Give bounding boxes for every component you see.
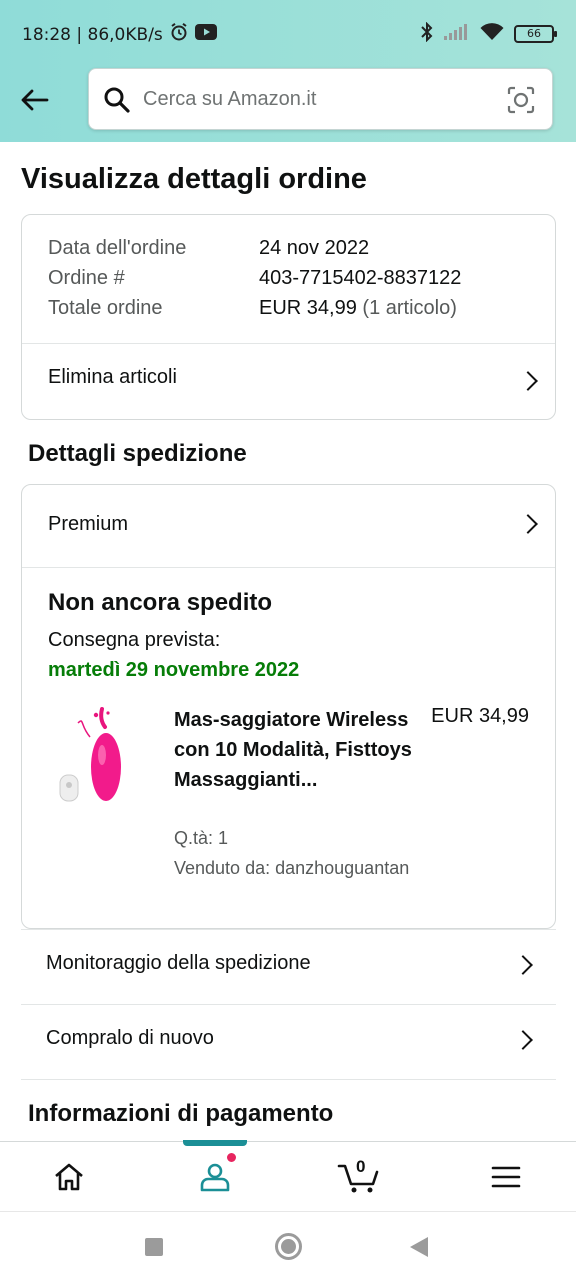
- home-icon: [55, 1163, 83, 1191]
- order-number-value: 403-7715402-8837122: [259, 267, 462, 289]
- search-input[interactable]: [143, 69, 483, 129]
- search-box[interactable]: [88, 68, 553, 130]
- order-total-value: EUR 34,99 (1 articolo): [259, 297, 457, 320]
- order-date-label: Data dell'ordine: [48, 237, 187, 259]
- wifi-icon: [480, 23, 504, 45]
- delete-items-row[interactable]: Elimina articoli: [22, 344, 555, 420]
- product-image[interactable]: [50, 703, 150, 813]
- nav-menu[interactable]: [471, 1142, 541, 1212]
- system-nav-bar: [0, 1211, 576, 1280]
- shipping-method-label: Premium: [48, 513, 129, 535]
- buy-again-label: Compralo di nuovo: [46, 1027, 214, 1049]
- chevron-right-icon: [513, 955, 533, 975]
- notification-dot: [226, 1152, 237, 1163]
- product-quantity: Q.tà: 1: [174, 828, 229, 848]
- shipping-card: Premium Non ancora spedito Consegna prev…: [21, 484, 556, 929]
- camera-scan-icon[interactable]: [506, 85, 536, 119]
- battery-icon: 66: [514, 25, 557, 43]
- track-shipment-label: Monitoraggio della spedizione: [46, 952, 311, 974]
- nav-cart[interactable]: [324, 1142, 394, 1212]
- nav-account[interactable]: [180, 1142, 250, 1212]
- order-total-label: Totale ordine: [48, 297, 163, 319]
- order-total-items: (1 articolo): [362, 297, 457, 319]
- nav-home[interactable]: [34, 1142, 104, 1212]
- account-icon: [200, 1163, 230, 1192]
- payment-section-title: Informazioni di pagamento: [28, 1100, 334, 1127]
- product-price: EUR 34,99: [431, 705, 529, 727]
- order-date-value: 24 nov 2022: [259, 237, 370, 259]
- cart-count: 0: [356, 1157, 366, 1176]
- status-left: 18:28 | 86,0KB/s: [22, 22, 217, 47]
- signal-icon: [444, 24, 470, 44]
- status-bar: 18:28 | 86,0KB/s 66: [0, 0, 576, 66]
- system-back-button[interactable]: [410, 1237, 428, 1257]
- home-button[interactable]: [275, 1233, 302, 1260]
- header: [0, 66, 576, 142]
- back-arrow-icon: [21, 89, 49, 111]
- menu-icon: [491, 1166, 521, 1188]
- shipping-section-title: Dettagli spedizione: [28, 440, 247, 467]
- recent-apps-button[interactable]: [145, 1238, 163, 1256]
- status-right: 66: [420, 21, 557, 46]
- product-title[interactable]: Mas-saggiatore Wireless con 10 Modalità,…: [174, 705, 414, 795]
- alarm-icon: [169, 22, 189, 47]
- track-shipment-row[interactable]: Monitoraggio della spedizione: [21, 929, 556, 1004]
- bluetooth-icon: [420, 21, 434, 46]
- delivery-date: martedì 29 novembre 2022: [48, 659, 300, 681]
- order-number-label: Ordine #: [48, 267, 125, 289]
- page-title: Visualizza dettagli ordine: [21, 163, 367, 195]
- search-icon: [103, 86, 131, 118]
- status-time: 18:28 | 86,0KB/s: [22, 24, 163, 45]
- shipping-method-row[interactable]: Premium: [22, 485, 555, 567]
- chevron-right-icon: [518, 371, 538, 391]
- youtube-icon: [194, 24, 217, 45]
- back-button[interactable]: [14, 80, 54, 120]
- payment-section: Informazioni di pagamento: [21, 1079, 556, 1141]
- delivery-label: Consegna prevista:: [48, 629, 221, 651]
- bottom-nav: 0: [0, 1140, 576, 1212]
- chevron-right-icon: [513, 1030, 533, 1050]
- buy-again-row[interactable]: Compralo di nuovo: [21, 1004, 556, 1079]
- order-total-amount: EUR 34,99: [259, 297, 357, 319]
- product-seller: Venduto da: danzhouguantan: [174, 858, 410, 878]
- order-summary-card: Data dell'ordine 24 nov 2022 Ordine # 40…: [21, 214, 556, 420]
- divider: [22, 567, 555, 568]
- shipment-status: Non ancora spedito: [48, 589, 273, 616]
- delete-items-label: Elimina articoli: [48, 366, 177, 388]
- chevron-right-icon: [518, 514, 538, 534]
